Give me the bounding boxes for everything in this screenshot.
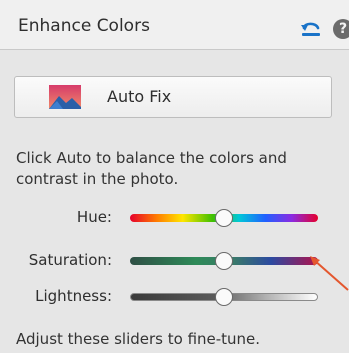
hue-label: Hue: bbox=[76, 208, 112, 226]
auto-description: Click Auto to balance the colors and con… bbox=[16, 149, 287, 188]
annotation-arrow-icon bbox=[310, 256, 349, 291]
panel-title: Enhance Colors bbox=[18, 16, 150, 36]
panel-header: Enhance Colors ? bbox=[0, 0, 349, 50]
saturation-slider-thumb[interactable] bbox=[215, 252, 233, 270]
help-icon[interactable]: ? bbox=[333, 19, 349, 39]
fine-tune-hint: Adjust these sliders to fine-tune. bbox=[16, 330, 261, 348]
saturation-label: Saturation: bbox=[28, 251, 112, 269]
undo-arrow-icon[interactable] bbox=[300, 19, 322, 37]
lightness-label: Lightness: bbox=[35, 287, 112, 305]
lightness-slider-thumb[interactable] bbox=[215, 288, 233, 306]
hue-slider-thumb[interactable] bbox=[215, 209, 233, 227]
photo-icon bbox=[49, 85, 81, 109]
auto-fix-button[interactable]: Auto Fix bbox=[14, 76, 332, 118]
auto-fix-label: Auto Fix bbox=[107, 87, 172, 106]
